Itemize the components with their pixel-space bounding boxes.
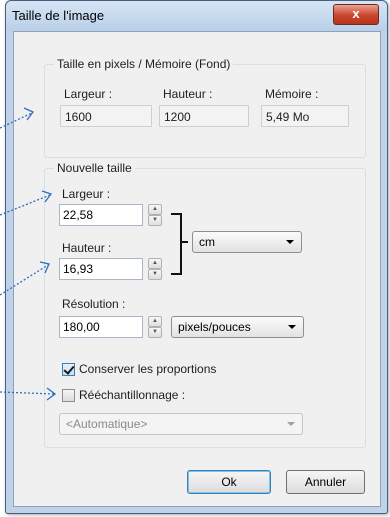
annotation-arrow-width: [0, 194, 51, 216]
arrowhead-width: [41, 190, 53, 203]
annotation-arrow-height: [0, 264, 49, 296]
arrowhead-pixel-size: [23, 107, 35, 121]
annotation-arrow-resample: [0, 391, 55, 395]
annotation-arrow-pixel-size: [0, 112, 33, 129]
annotation-arrows: [0, 107, 57, 401]
